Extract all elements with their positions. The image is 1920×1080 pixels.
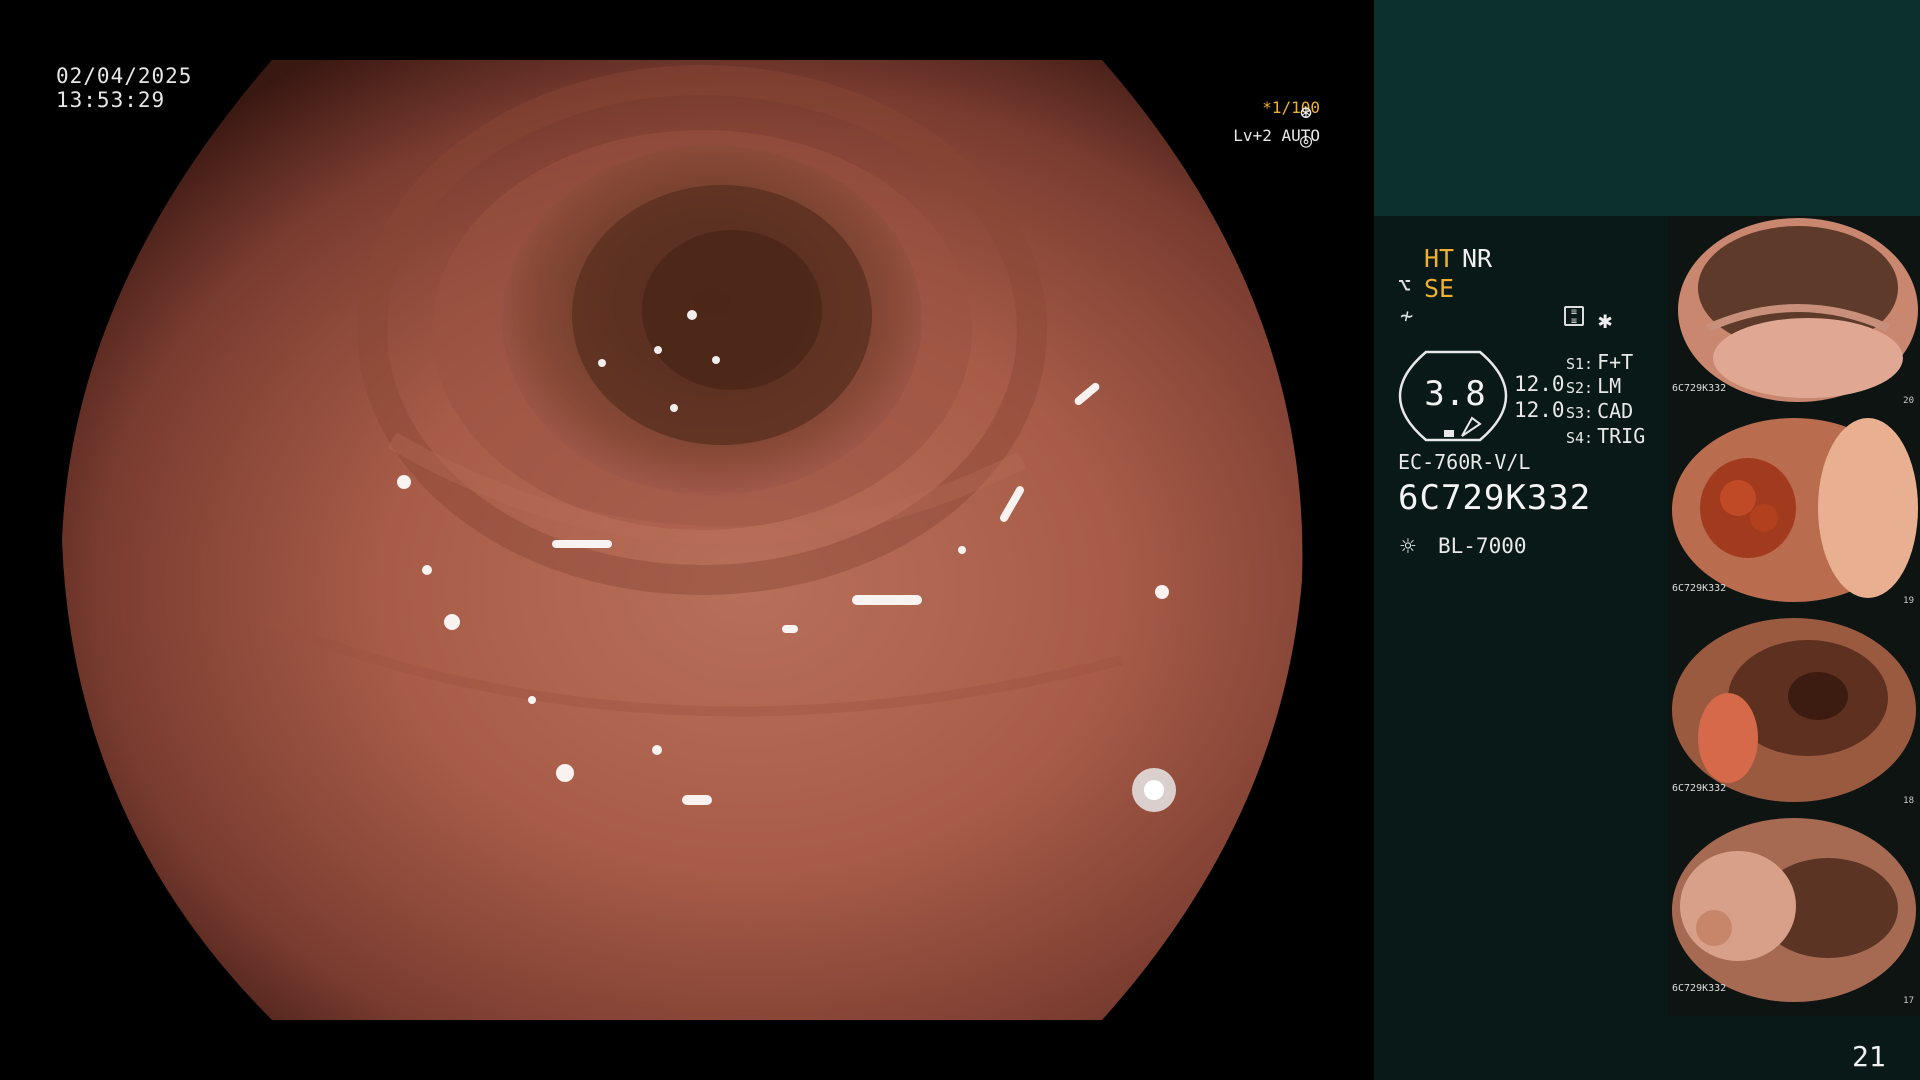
endoscope-view	[62, 60, 1312, 1020]
light-source-label: BL-7000	[1438, 534, 1527, 558]
thumbnail-item[interactable]: 6C729K332 17	[1668, 818, 1920, 1008]
shutter-icon: ⊛	[1300, 100, 1313, 124]
iris-icon: ◎	[1300, 128, 1313, 152]
ht-indicator: HT	[1424, 244, 1455, 273]
light-source-icon: ☼	[1400, 532, 1416, 562]
thumbnail-serial: 6C729K332	[1672, 983, 1727, 994]
thumbnail-index: 18	[1903, 796, 1914, 806]
switch-s2: S2: LM	[1566, 374, 1621, 398]
switch-key: S2:	[1566, 379, 1594, 397]
se-indicator: SE	[1424, 274, 1455, 303]
nr-indicator: NR	[1462, 244, 1493, 273]
zoom-level-2: 12.0	[1514, 398, 1565, 422]
structure-enhance-icon: ⌥	[1398, 274, 1412, 299]
switch-key: S4:	[1566, 429, 1594, 447]
thumbnail-index: 20	[1903, 396, 1914, 406]
switch-s1: S1: F+T	[1566, 350, 1633, 374]
panel-header	[1374, 0, 1920, 216]
zoom-level-1: 12.0	[1514, 372, 1565, 396]
image-count: 21	[1852, 1040, 1886, 1073]
switch-key: S1:	[1566, 355, 1594, 373]
switch-value: LM	[1597, 374, 1622, 398]
scope-serial: 6C729K332	[1398, 478, 1592, 518]
thumbnail-item[interactable]: 6C729K332 20	[1668, 218, 1920, 408]
thumbnail-index: 17	[1903, 996, 1914, 1006]
switch-value: TRIG	[1597, 424, 1646, 448]
thumbnail-item[interactable]: 6C729K332 19	[1668, 418, 1920, 608]
asterisk-icon: ✱	[1598, 306, 1613, 334]
thumbnail-item[interactable]: 6C729K332 18	[1668, 618, 1920, 808]
thumbnail-serial: 6C729K332	[1672, 583, 1727, 594]
thumbnail-serial: 6C729K332	[1672, 783, 1727, 794]
thumbnail-serial: 6C729K332	[1672, 383, 1727, 394]
color-mode-icon: ≁	[1400, 304, 1414, 329]
zoom-value: 3.8	[1424, 374, 1486, 414]
recording-icon: ≡ ≡	[1564, 306, 1584, 327]
switch-s4: S4: TRIG	[1566, 424, 1645, 448]
switch-s3: S3: CAD	[1566, 399, 1633, 423]
thumbnail-index: 19	[1903, 596, 1914, 606]
switch-key: S3:	[1566, 404, 1594, 422]
scope-model: EC-760R-V/L	[1398, 450, 1531, 474]
switch-value: F+T	[1597, 350, 1634, 374]
switch-value: CAD	[1597, 399, 1634, 423]
